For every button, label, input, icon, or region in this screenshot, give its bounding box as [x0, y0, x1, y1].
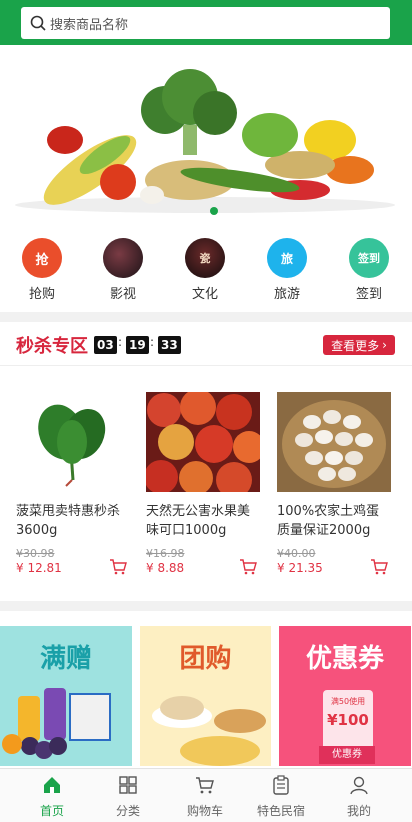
signin-icon: 签到	[349, 238, 389, 278]
bottom-tab-bar: 首页 分类 购物车 特色民宿 我的	[0, 768, 412, 822]
tab-homestay[interactable]: 特色民宿	[251, 775, 311, 819]
tab-label: 购物车	[186, 804, 223, 818]
promo-gift-banner[interactable]: 满赠	[0, 626, 132, 766]
chevron-right-icon: ›	[382, 338, 387, 352]
tab-cart[interactable]: 购物车	[175, 775, 235, 819]
banner-indicator-dot[interactable]	[210, 207, 218, 215]
product-name: 100%农家土鸡蛋质量保证2000g	[277, 504, 380, 538]
promo-title: 优惠券	[305, 644, 384, 674]
tab-label: 首页	[39, 804, 64, 818]
product-card[interactable]: 菠菜甩卖特惠秒杀3600g ¥30.98 ¥ 12.81	[16, 392, 130, 575]
top-header: 搜索商品名称	[0, 0, 412, 45]
coupon-card: 满50使用 ¥100	[323, 690, 373, 750]
tab-mine[interactable]: 我的	[329, 775, 389, 819]
product-name: 天然无公害水果美味可口1000g	[146, 504, 251, 538]
flash-sale-title: 秒杀专区	[16, 336, 88, 357]
category-signin[interactable]: 签到 签到	[339, 238, 399, 302]
category-label: 旅游	[273, 287, 300, 302]
section-divider	[0, 601, 412, 611]
tab-home[interactable]: 首页	[22, 775, 82, 819]
category-label: 抢购	[28, 287, 55, 302]
timer-hours: 03	[94, 336, 117, 354]
category-culture[interactable]: 瓷 文化	[175, 238, 235, 302]
product-card[interactable]: 100%农家土鸡蛋质量保证2000g ¥40.00 ¥ 21.35	[277, 392, 391, 575]
timer-separator: :	[150, 335, 155, 349]
category-film[interactable]: 影视	[93, 238, 153, 302]
flash-buy-icon: 抢	[22, 238, 62, 278]
product-image-eggs	[277, 392, 391, 492]
category-nav: 抢 抢购 影视 瓷 文化 旅 旅游 签到 签到	[0, 238, 412, 302]
cart-icon	[196, 777, 214, 794]
category-flash-buy[interactable]: 抢 抢购	[12, 238, 72, 302]
user-icon	[350, 776, 368, 795]
search-icon	[30, 15, 46, 31]
section-divider	[0, 312, 412, 322]
promo-coupon-banner[interactable]: 优惠券 满50使用 ¥100 优惠券	[279, 626, 411, 766]
coupon-tag: 优惠券	[319, 746, 375, 764]
add-to-cart-icon[interactable]	[109, 558, 127, 576]
timer-seconds: 33	[158, 336, 181, 354]
tab-label: 分类	[115, 804, 140, 818]
search-input[interactable]: 搜索商品名称	[21, 7, 390, 39]
category-label: 文化	[191, 287, 218, 302]
product-image-nectarines	[146, 392, 260, 492]
tab-label: 我的	[346, 804, 371, 818]
category-label: 影视	[109, 287, 136, 302]
product-image-spinach	[16, 392, 130, 492]
category-travel[interactable]: 旅 旅游	[257, 238, 317, 302]
search-placeholder: 搜索商品名称	[50, 17, 129, 33]
film-icon	[103, 238, 143, 278]
group-buy-food-image	[152, 696, 266, 766]
view-more-button[interactable]: 查看更多 ›	[323, 335, 395, 355]
timer-separator: :	[118, 335, 123, 349]
tab-label: 特色民宿	[256, 804, 305, 818]
vegetable-banner-image	[15, 69, 395, 213]
culture-icon: 瓷	[185, 238, 225, 278]
product-card[interactable]: 天然无公害水果美味可口1000g ¥16.98 ¥ 8.88	[146, 392, 260, 575]
travel-icon: 旅	[267, 238, 307, 278]
product-name: 菠菜甩卖特惠秒杀3600g	[16, 504, 121, 538]
vegetable-banner[interactable]	[0, 45, 412, 220]
coupon-condition: 满50使用	[330, 697, 366, 706]
clipboard-icon	[273, 775, 289, 795]
grid-icon	[119, 776, 137, 794]
home-icon	[44, 777, 60, 793]
tab-category[interactable]: 分类	[98, 775, 158, 819]
coupon-amount: ¥100	[327, 711, 369, 729]
timer-minutes: 19	[126, 336, 149, 354]
gift-products-image	[2, 688, 111, 759]
promo-group-buy-banner[interactable]: 团购	[140, 626, 271, 766]
add-to-cart-icon[interactable]	[370, 558, 388, 576]
add-to-cart-icon[interactable]	[239, 558, 257, 576]
category-label: 签到	[355, 287, 382, 302]
view-more-label: 查看更多	[331, 338, 380, 353]
